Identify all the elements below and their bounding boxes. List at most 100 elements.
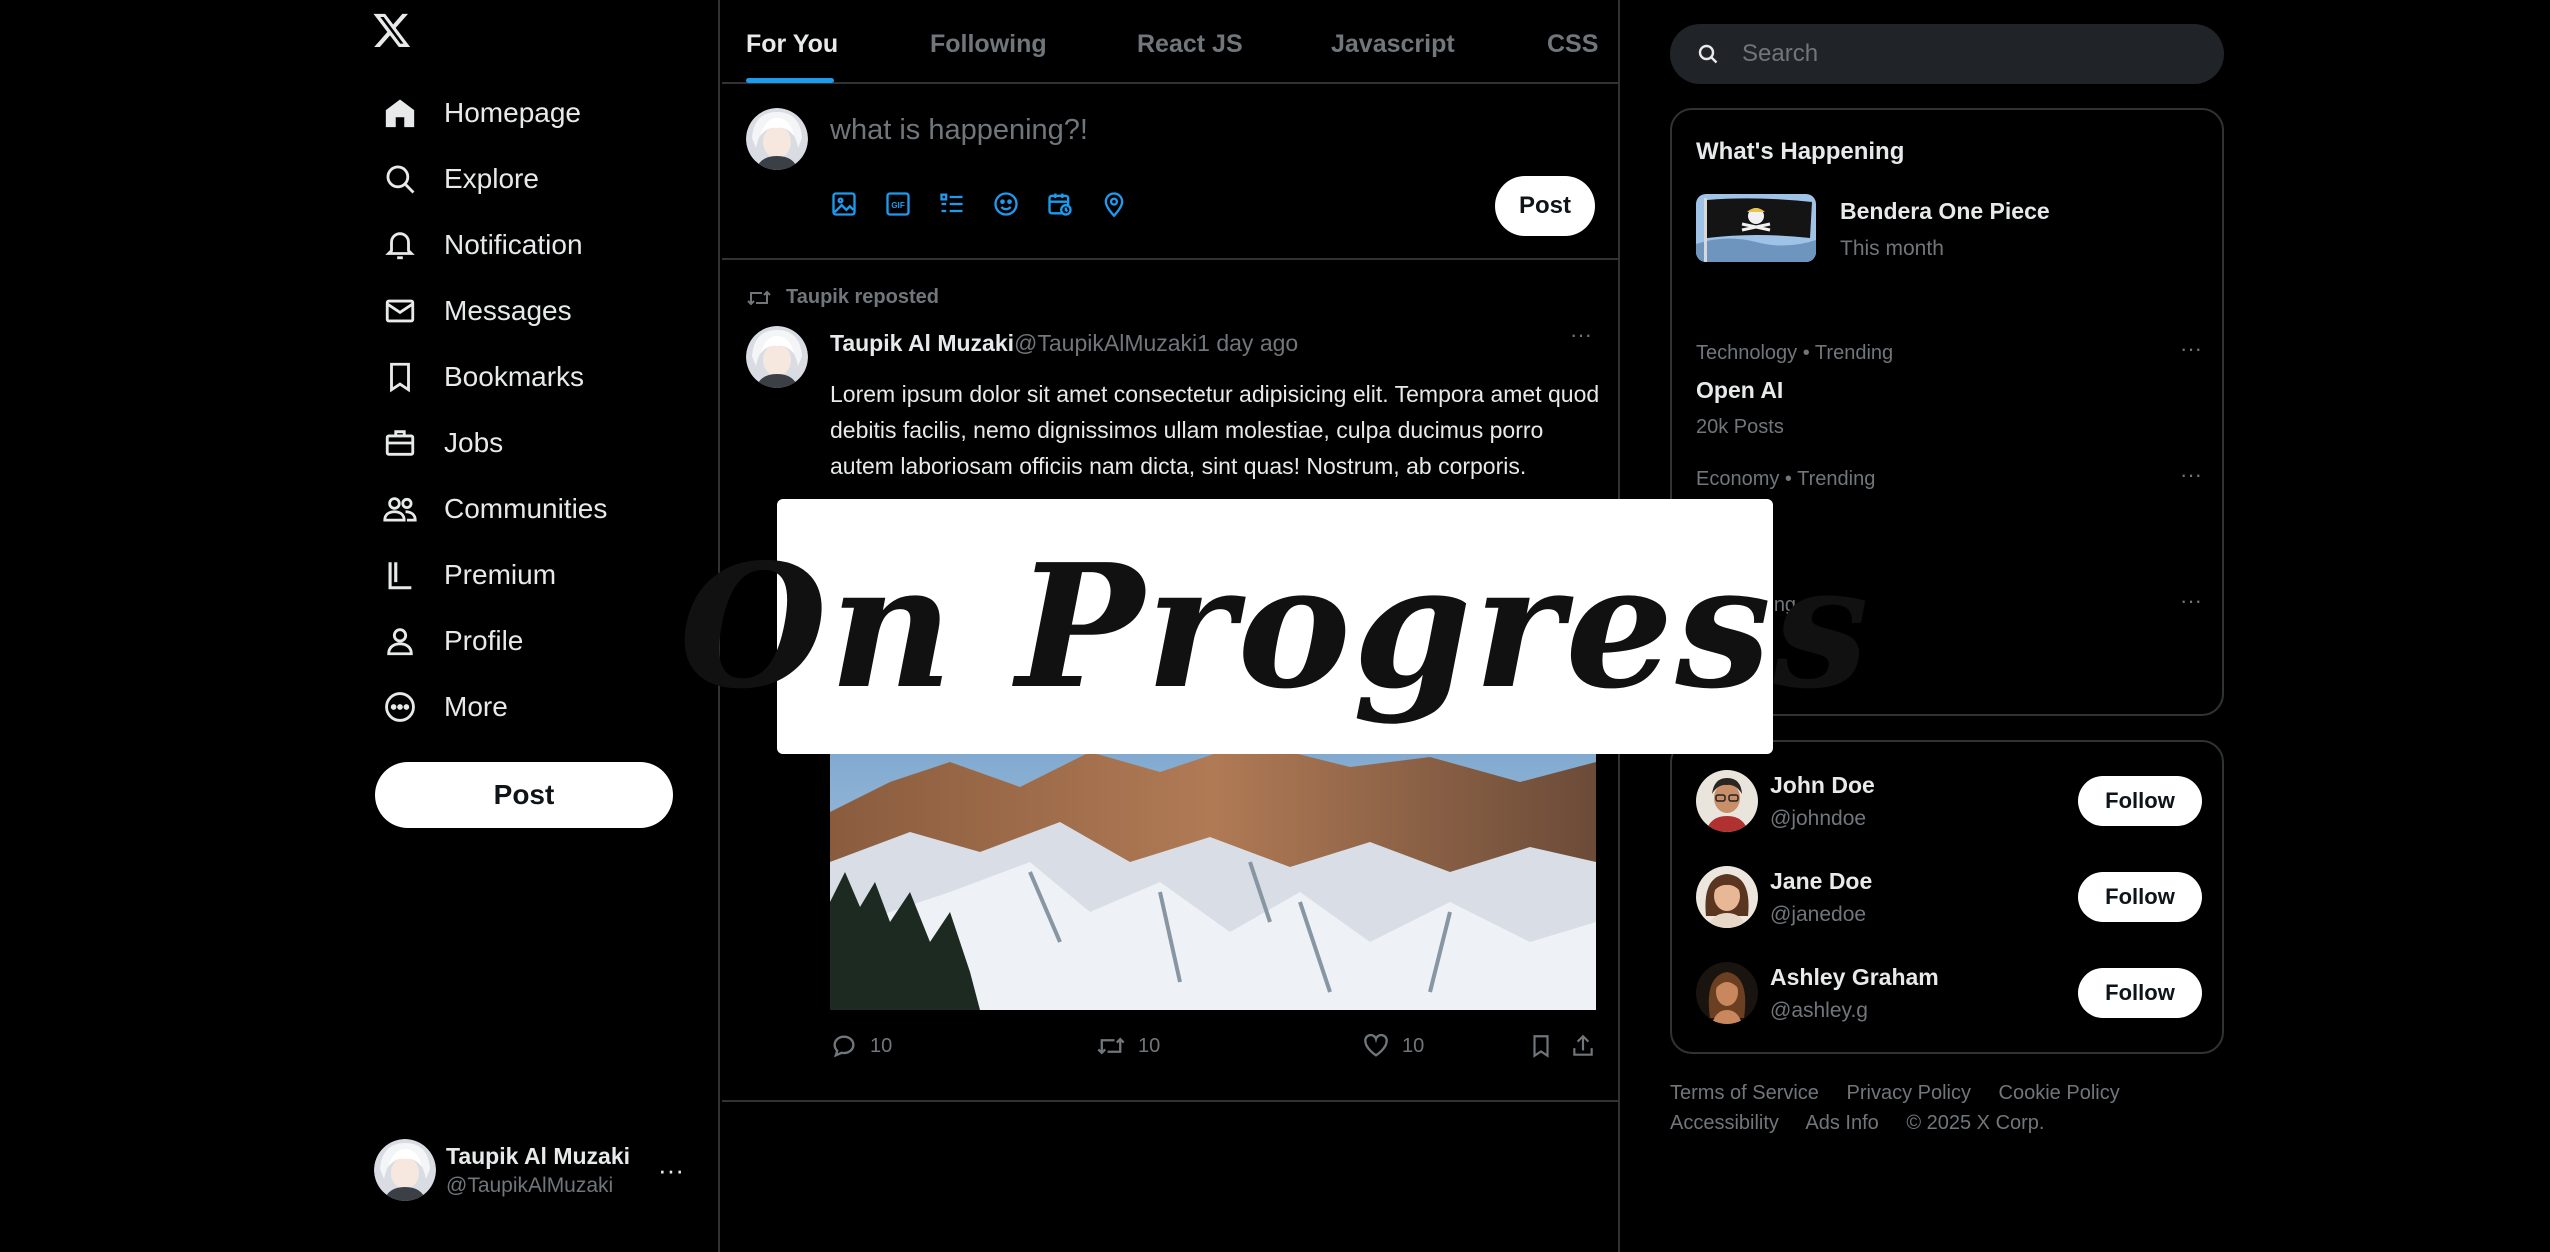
nav-item-notification[interactable]: Notification bbox=[380, 212, 607, 278]
share-icon bbox=[1570, 1032, 1596, 1060]
featured-trend[interactable]: Bendera One Piece This month bbox=[1696, 194, 2050, 262]
emoji-icon[interactable] bbox=[992, 188, 1046, 220]
footer-link-accessibility[interactable]: Accessibility bbox=[1670, 1112, 1779, 1134]
nav-label: Messages bbox=[444, 295, 572, 326]
trend-more-icon[interactable]: ··· bbox=[2180, 588, 2202, 614]
tab-for-you[interactable]: For You bbox=[746, 30, 838, 59]
follow-button[interactable]: Follow bbox=[2078, 872, 2202, 922]
tweet-image[interactable] bbox=[830, 742, 1596, 1010]
search-placeholder: Search bbox=[1742, 40, 1819, 67]
footer-link-privacy[interactable]: Privacy Policy bbox=[1847, 1082, 1971, 1104]
nav-item-profile[interactable]: Profile bbox=[380, 608, 607, 674]
gif-icon[interactable]: GIF bbox=[884, 188, 938, 220]
active-tab-indicator bbox=[746, 78, 834, 83]
trend-title: Open AI bbox=[1696, 377, 1784, 403]
nav-label: Jobs bbox=[444, 427, 504, 458]
trend-meta: Technology • Trending bbox=[1696, 342, 1894, 364]
author-name[interactable]: Taupik Al Muzaki bbox=[830, 330, 1014, 356]
avatar bbox=[1696, 770, 1758, 832]
repost-button[interactable]: 10 bbox=[1096, 1032, 1160, 1060]
account-handle: @TaupikAlMuzaki bbox=[446, 1173, 614, 1197]
trend-more-icon[interactable]: ··· bbox=[2180, 336, 2202, 362]
author-handle[interactable]: @TaupikAlMuzaki bbox=[1014, 330, 1197, 356]
featured-subtitle: This month bbox=[1840, 237, 1944, 260]
trend-count: 20k Posts bbox=[1696, 416, 1784, 438]
person-icon bbox=[380, 621, 420, 661]
account-name: Taupik Al Muzaki bbox=[446, 1142, 631, 1169]
follow-suggestion[interactable]: Jane Doe @janedoe Follow bbox=[1696, 862, 2202, 932]
bookmark-icon bbox=[1528, 1032, 1554, 1060]
avatar bbox=[746, 108, 808, 170]
suggestion-handle: @janedoe bbox=[1770, 902, 1867, 926]
account-switcher[interactable]: Taupik Al Muzaki @TaupikAlMuzaki ··· bbox=[374, 1138, 684, 1202]
follow-suggestion[interactable]: John Doe @johndoe Follow bbox=[1696, 766, 2202, 836]
feed-tabs: For You Following React JS Javascript CS… bbox=[722, 0, 1620, 84]
repost-icon bbox=[746, 287, 772, 309]
more-icon[interactable]: ··· bbox=[658, 1155, 684, 1186]
nav-item-jobs[interactable]: Jobs bbox=[380, 410, 607, 476]
featured-text: Bendera One Piece This month bbox=[1840, 194, 2050, 262]
follow-suggestion[interactable]: Ashley Graham @ashley.g Follow bbox=[1696, 958, 2202, 1028]
footer-link-terms[interactable]: Terms of Service bbox=[1670, 1082, 1819, 1104]
nav-label: Homepage bbox=[444, 97, 581, 128]
left-sidebar: Homepage Explore Notification Messages B… bbox=[360, 0, 720, 1252]
compose-input[interactable]: what is happening?! bbox=[830, 114, 1088, 147]
tweet-header: Taupik Al Muzaki@TaupikAlMuzaki1 day ago bbox=[830, 330, 1298, 357]
nav-label: Explore bbox=[444, 163, 539, 194]
reply-icon bbox=[830, 1032, 858, 1060]
location-icon[interactable] bbox=[1100, 188, 1154, 220]
heart-icon bbox=[1362, 1032, 1390, 1060]
nav-item-bookmarks[interactable]: Bookmarks bbox=[380, 344, 607, 410]
mail-icon bbox=[380, 291, 420, 331]
search-input[interactable]: Search bbox=[1670, 24, 2224, 84]
nav-item-homepage[interactable]: Homepage bbox=[380, 80, 607, 146]
suggestion-handle: @johndoe bbox=[1770, 806, 1867, 830]
tab-css[interactable]: CSS bbox=[1547, 30, 1598, 59]
trend-more-icon[interactable]: ··· bbox=[2180, 462, 2202, 488]
nav-item-more[interactable]: More bbox=[380, 674, 607, 740]
post-button[interactable]: Post bbox=[375, 762, 673, 828]
premium-icon bbox=[380, 555, 420, 595]
bookmark-button[interactable] bbox=[1528, 1032, 1554, 1060]
nav-item-explore[interactable]: Explore bbox=[380, 146, 607, 212]
reply-count: 10 bbox=[870, 1034, 893, 1057]
avatar bbox=[374, 1139, 436, 1201]
on-progress-overlay: On Progress bbox=[679, 499, 1869, 754]
suggestion-names: John Doe @johndoe bbox=[1770, 772, 2078, 831]
tab-react-js[interactable]: React JS bbox=[1137, 30, 1243, 59]
card-title: What's Happening bbox=[1696, 138, 1905, 165]
nav-item-communities[interactable]: Communities bbox=[380, 476, 607, 542]
follow-button[interactable]: Follow bbox=[2078, 968, 2202, 1018]
reply-button[interactable]: 10 bbox=[830, 1032, 892, 1060]
suggestion-names: Ashley Graham @ashley.g bbox=[1770, 964, 2078, 1023]
schedule-icon[interactable] bbox=[1046, 188, 1100, 220]
share-button[interactable] bbox=[1570, 1032, 1596, 1060]
follow-button[interactable]: Follow bbox=[2078, 776, 2202, 826]
people-icon bbox=[380, 489, 420, 529]
featured-title: Bendera One Piece bbox=[1840, 198, 2050, 224]
compose-post-button[interactable]: Post bbox=[1495, 176, 1595, 236]
nav-item-messages[interactable]: Messages bbox=[380, 278, 607, 344]
tweet-actions: 10 10 10 bbox=[830, 1032, 1596, 1068]
tweet-more-icon[interactable]: ··· bbox=[1570, 322, 1592, 348]
footer-link-ads[interactable]: Ads Info bbox=[1805, 1112, 1878, 1134]
like-count: 10 bbox=[1402, 1034, 1425, 1057]
trend-item[interactable]: Technology • Trending Open AI 20k Posts … bbox=[1696, 336, 2202, 439]
suggestion-names: Jane Doe @janedoe bbox=[1770, 868, 2078, 927]
image-icon[interactable] bbox=[830, 188, 884, 220]
nav-label: Profile bbox=[444, 625, 524, 656]
avatar[interactable] bbox=[746, 326, 808, 388]
repost-icon bbox=[1096, 1032, 1126, 1060]
nav-label: Notification bbox=[444, 229, 583, 260]
x-logo-icon[interactable] bbox=[372, 10, 412, 54]
poll-icon[interactable] bbox=[938, 188, 992, 220]
like-button[interactable]: 10 bbox=[1362, 1032, 1424, 1060]
search-icon bbox=[1696, 42, 1720, 66]
bell-icon bbox=[380, 225, 420, 265]
tweet-body: Lorem ipsum dolor sit amet consectetur a… bbox=[830, 381, 1600, 479]
tab-javascript[interactable]: Javascript bbox=[1331, 30, 1455, 59]
nav-label: More bbox=[444, 691, 508, 722]
footer-link-cookie[interactable]: Cookie Policy bbox=[1999, 1082, 2120, 1104]
nav-item-premium[interactable]: Premium bbox=[380, 542, 607, 608]
tab-following[interactable]: Following bbox=[930, 30, 1047, 59]
